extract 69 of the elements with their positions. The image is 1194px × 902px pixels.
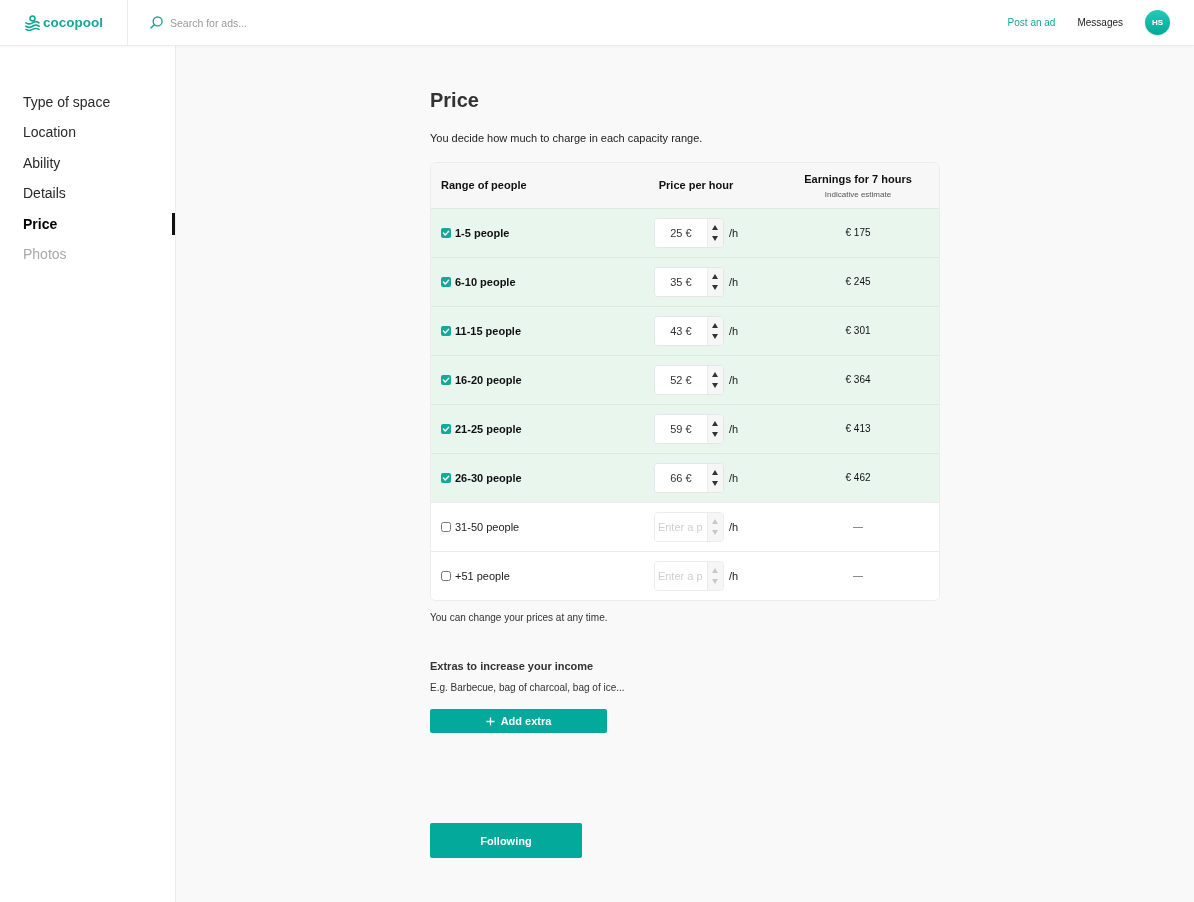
- caret-up-icon[interactable]: [712, 323, 719, 328]
- price-field[interactable]: 66 €: [653, 463, 724, 493]
- unit-label: /h: [728, 275, 739, 289]
- note-text: You can change your prices at any time.: [430, 611, 609, 625]
- price-field[interactable]: 59 €: [653, 414, 724, 444]
- unit-label: /h: [728, 226, 739, 240]
- price-field[interactable]: 43 €: [653, 316, 724, 346]
- nav-link[interactable]: Messages: [1077, 17, 1123, 28]
- price-field[interactable]: 52 €: [653, 365, 724, 395]
- page-title: Price: [430, 88, 480, 112]
- price-field[interactable]: 25 €: [653, 218, 724, 248]
- earnings-value: —: [853, 520, 863, 534]
- column-header: Price per hour: [658, 178, 734, 193]
- plus-icon: [485, 716, 495, 726]
- range-label: 31-50 people: [455, 520, 520, 534]
- checkbox[interactable]: [441, 473, 451, 483]
- search-field[interactable]: Search for ads...: [170, 14, 350, 31]
- checkbox[interactable]: [441, 424, 451, 434]
- search-icon: [150, 16, 163, 29]
- logo-icon: [25, 14, 40, 31]
- section-title: Extras to increase your income: [430, 659, 595, 673]
- caret-down-icon[interactable]: [712, 432, 719, 437]
- checkbox[interactable]: [441, 375, 451, 385]
- unit-label: /h: [728, 373, 739, 387]
- sidebar-item[interactable]: Details: [0, 182, 175, 205]
- logo-text: cocopool: [43, 14, 103, 31]
- unit-label: /h: [728, 471, 739, 485]
- earnings-value: € 175: [845, 226, 871, 240]
- price-field[interactable]: 35 €: [653, 267, 724, 297]
- earnings-value: —: [853, 569, 863, 583]
- caret-down-icon[interactable]: [712, 383, 719, 388]
- range-label: 16-20 people: [455, 373, 522, 387]
- caret-down-icon[interactable]: [712, 481, 719, 486]
- unit-label: /h: [728, 569, 739, 583]
- range-label: 21-25 people: [455, 422, 522, 436]
- earnings-value: € 413: [845, 422, 871, 436]
- unit-label: /h: [728, 520, 739, 534]
- range-label: 11-15 people: [455, 324, 522, 338]
- sidebar-item[interactable]: Ability: [0, 151, 175, 174]
- earnings-value: € 301: [845, 324, 871, 338]
- unit-label: /h: [728, 324, 739, 338]
- column-note: Indicative estimate: [824, 188, 892, 200]
- checkbox[interactable]: [441, 228, 451, 238]
- caret-down-icon[interactable]: [712, 334, 719, 339]
- checkbox[interactable]: [441, 277, 451, 287]
- column-header: Earnings for 7 hours: [804, 171, 912, 187]
- caret-up-icon[interactable]: [712, 372, 719, 377]
- range-label: 26-30 people: [455, 471, 522, 485]
- earnings-value: € 245: [845, 275, 871, 289]
- checkbox[interactable]: [441, 571, 451, 581]
- caret-up-icon[interactable]: [712, 421, 719, 426]
- unit-label: /h: [728, 422, 739, 436]
- caret-down-icon[interactable]: [712, 236, 719, 241]
- checkbox[interactable]: [441, 326, 451, 336]
- hint-text: E.g. Barbecue, bag of charcoal, bag of ice...: [430, 681, 626, 695]
- earnings-value: € 462: [845, 471, 871, 485]
- caret-down-icon[interactable]: [712, 285, 719, 290]
- caret-up-icon[interactable]: [712, 225, 719, 230]
- caret-up-icon[interactable]: [712, 470, 719, 475]
- intro-text: You decide how much to charge in each capacity range.: [430, 131, 704, 146]
- checkbox[interactable]: [441, 522, 451, 532]
- range-label: +51 people: [455, 569, 510, 583]
- earnings-value: € 364: [845, 373, 871, 387]
- column-header: Range of people: [441, 178, 527, 193]
- sidebar-item[interactable]: Location: [0, 121, 175, 144]
- caret-up-icon[interactable]: [712, 274, 719, 279]
- range-label: 1-5 people: [455, 226, 510, 240]
- range-label: 6-10 people: [455, 275, 516, 289]
- sidebar-item[interactable]: Type of space: [0, 91, 175, 113]
